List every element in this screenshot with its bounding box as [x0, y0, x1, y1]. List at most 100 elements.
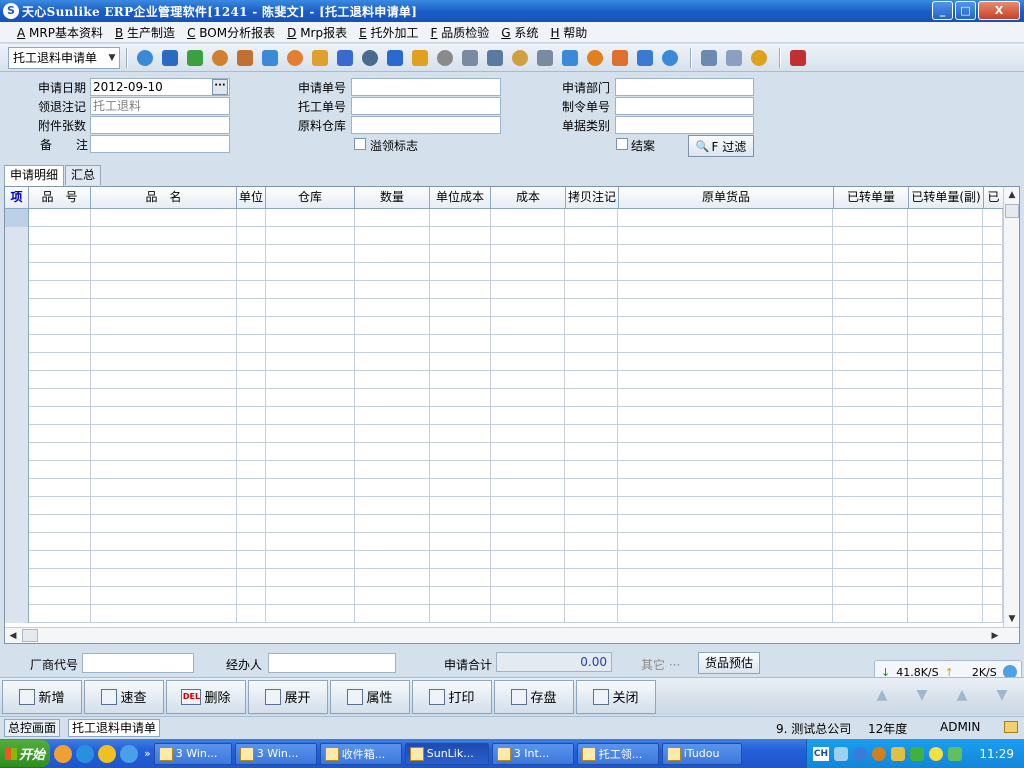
user-icon[interactable]	[209, 47, 231, 69]
row-indicator[interactable]	[5, 353, 29, 371]
grid-cell[interactable]	[430, 299, 491, 317]
date-picker-button[interactable]: ···	[212, 79, 228, 95]
grid-cell[interactable]	[983, 353, 1003, 371]
grid-cell[interactable]	[29, 389, 91, 407]
grid-cell[interactable]	[618, 587, 834, 605]
grid-cell[interactable]	[29, 281, 91, 299]
grid-cell[interactable]	[618, 353, 834, 371]
grid-cell[interactable]	[29, 551, 91, 569]
grid-cell[interactable]	[565, 605, 619, 623]
grid-cell[interactable]	[565, 587, 619, 605]
grid-icon[interactable]	[484, 47, 506, 69]
grid-cell[interactable]	[430, 425, 491, 443]
table-row[interactable]	[5, 605, 1003, 623]
briefcase-icon[interactable]	[234, 47, 256, 69]
grid-cell[interactable]	[618, 443, 834, 461]
grid-cell[interactable]	[491, 353, 566, 371]
grid-cell[interactable]	[29, 299, 91, 317]
row-indicator[interactable]	[5, 371, 29, 389]
grid-cell[interactable]	[983, 245, 1003, 263]
grid-col-header[interactable]: 仓库	[266, 187, 355, 209]
grid-cell[interactable]	[565, 497, 619, 515]
grid-cell[interactable]	[237, 587, 266, 605]
table-row[interactable]	[5, 263, 1003, 281]
grid-cell[interactable]	[355, 317, 430, 335]
grid-cell[interactable]	[983, 569, 1003, 587]
grid-cell[interactable]	[91, 281, 237, 299]
folder-icon[interactable]	[309, 47, 331, 69]
grid-col-header[interactable]: 已	[984, 187, 1004, 209]
vertical-scrollbar[interactable]: ▲ ▼	[1003, 187, 1019, 627]
taskbar-task[interactable]: 收件箱...	[319, 742, 402, 765]
other-button[interactable]: 其它 ···	[641, 656, 680, 673]
key-icon[interactable]	[359, 47, 381, 69]
row-indicator[interactable]	[5, 209, 29, 227]
grid-col-header[interactable]: 数量	[355, 187, 430, 209]
grid-cell[interactable]	[91, 497, 237, 515]
grid-cell[interactable]	[237, 227, 266, 245]
grid-cell[interactable]	[908, 263, 984, 281]
taskbar-task[interactable]: iTudou	[661, 742, 742, 765]
grid-cell[interactable]	[266, 281, 355, 299]
row-indicator[interactable]	[5, 407, 29, 425]
help-icon[interactable]	[384, 47, 406, 69]
grid-cell[interactable]	[833, 227, 909, 245]
grid-cell[interactable]	[430, 497, 491, 515]
grid-cell[interactable]	[237, 317, 266, 335]
quicklaunch-messenger-icon[interactable]	[54, 744, 72, 763]
mail-icon[interactable]	[1004, 721, 1018, 733]
grid-cell[interactable]	[29, 245, 91, 263]
grid-cell[interactable]	[565, 245, 619, 263]
taskbar-task[interactable]: 3 Win...	[153, 742, 232, 765]
grid-col-header[interactable]: 已转单量	[834, 187, 909, 209]
grid-cell[interactable]	[618, 245, 834, 263]
grid-cell[interactable]	[618, 389, 834, 407]
table-row[interactable]	[5, 479, 1003, 497]
grid-cell[interactable]	[983, 425, 1003, 443]
grid-cell[interactable]	[908, 587, 984, 605]
monitor-icon[interactable]	[159, 47, 181, 69]
grid-cell[interactable]	[237, 299, 266, 317]
grid-cell[interactable]	[266, 461, 355, 479]
grid-cell[interactable]	[983, 443, 1003, 461]
table-row[interactable]	[5, 209, 1003, 227]
bell-icon[interactable]	[584, 47, 606, 69]
row-indicator[interactable]	[5, 605, 29, 623]
grid-cell[interactable]	[491, 389, 566, 407]
grid-cell[interactable]	[355, 443, 430, 461]
screen-icon[interactable]	[634, 47, 656, 69]
grid-cell[interactable]	[237, 515, 266, 533]
table-row[interactable]	[5, 515, 1003, 533]
grid-cell[interactable]	[237, 497, 266, 515]
grid-cell[interactable]	[908, 335, 984, 353]
table-row[interactable]	[5, 407, 1003, 425]
grid-cell[interactable]	[237, 533, 266, 551]
close-button[interactable]: 关闭	[576, 679, 656, 714]
grid-cell[interactable]	[908, 461, 984, 479]
home-icon[interactable]	[259, 47, 281, 69]
grid-cell[interactable]	[491, 515, 566, 533]
grid-cell[interactable]	[618, 461, 834, 479]
grid-cell[interactable]	[983, 317, 1003, 335]
grid-cell[interactable]	[908, 227, 984, 245]
grid-cell[interactable]	[355, 515, 430, 533]
grid-cell[interactable]	[91, 317, 237, 335]
grid-cell[interactable]	[355, 299, 430, 317]
grid-cell[interactable]	[565, 533, 619, 551]
grid-cell[interactable]	[266, 587, 355, 605]
grid-cell[interactable]	[29, 353, 91, 371]
grid-cell[interactable]	[266, 263, 355, 281]
last-record-icon[interactable]: ▼	[986, 680, 1018, 710]
grid-cell[interactable]	[833, 605, 909, 623]
row-indicator[interactable]	[5, 497, 29, 515]
grid-cell[interactable]	[491, 227, 566, 245]
grid-cell[interactable]	[29, 479, 91, 497]
grid-cell[interactable]	[355, 353, 430, 371]
grid-cell[interactable]	[491, 371, 566, 389]
row-indicator[interactable]	[5, 479, 29, 497]
grid-cell[interactable]	[266, 317, 355, 335]
grid-cell[interactable]	[266, 515, 355, 533]
grid-cell[interactable]	[908, 281, 984, 299]
grid-cell[interactable]	[833, 443, 909, 461]
table-row[interactable]	[5, 281, 1003, 299]
